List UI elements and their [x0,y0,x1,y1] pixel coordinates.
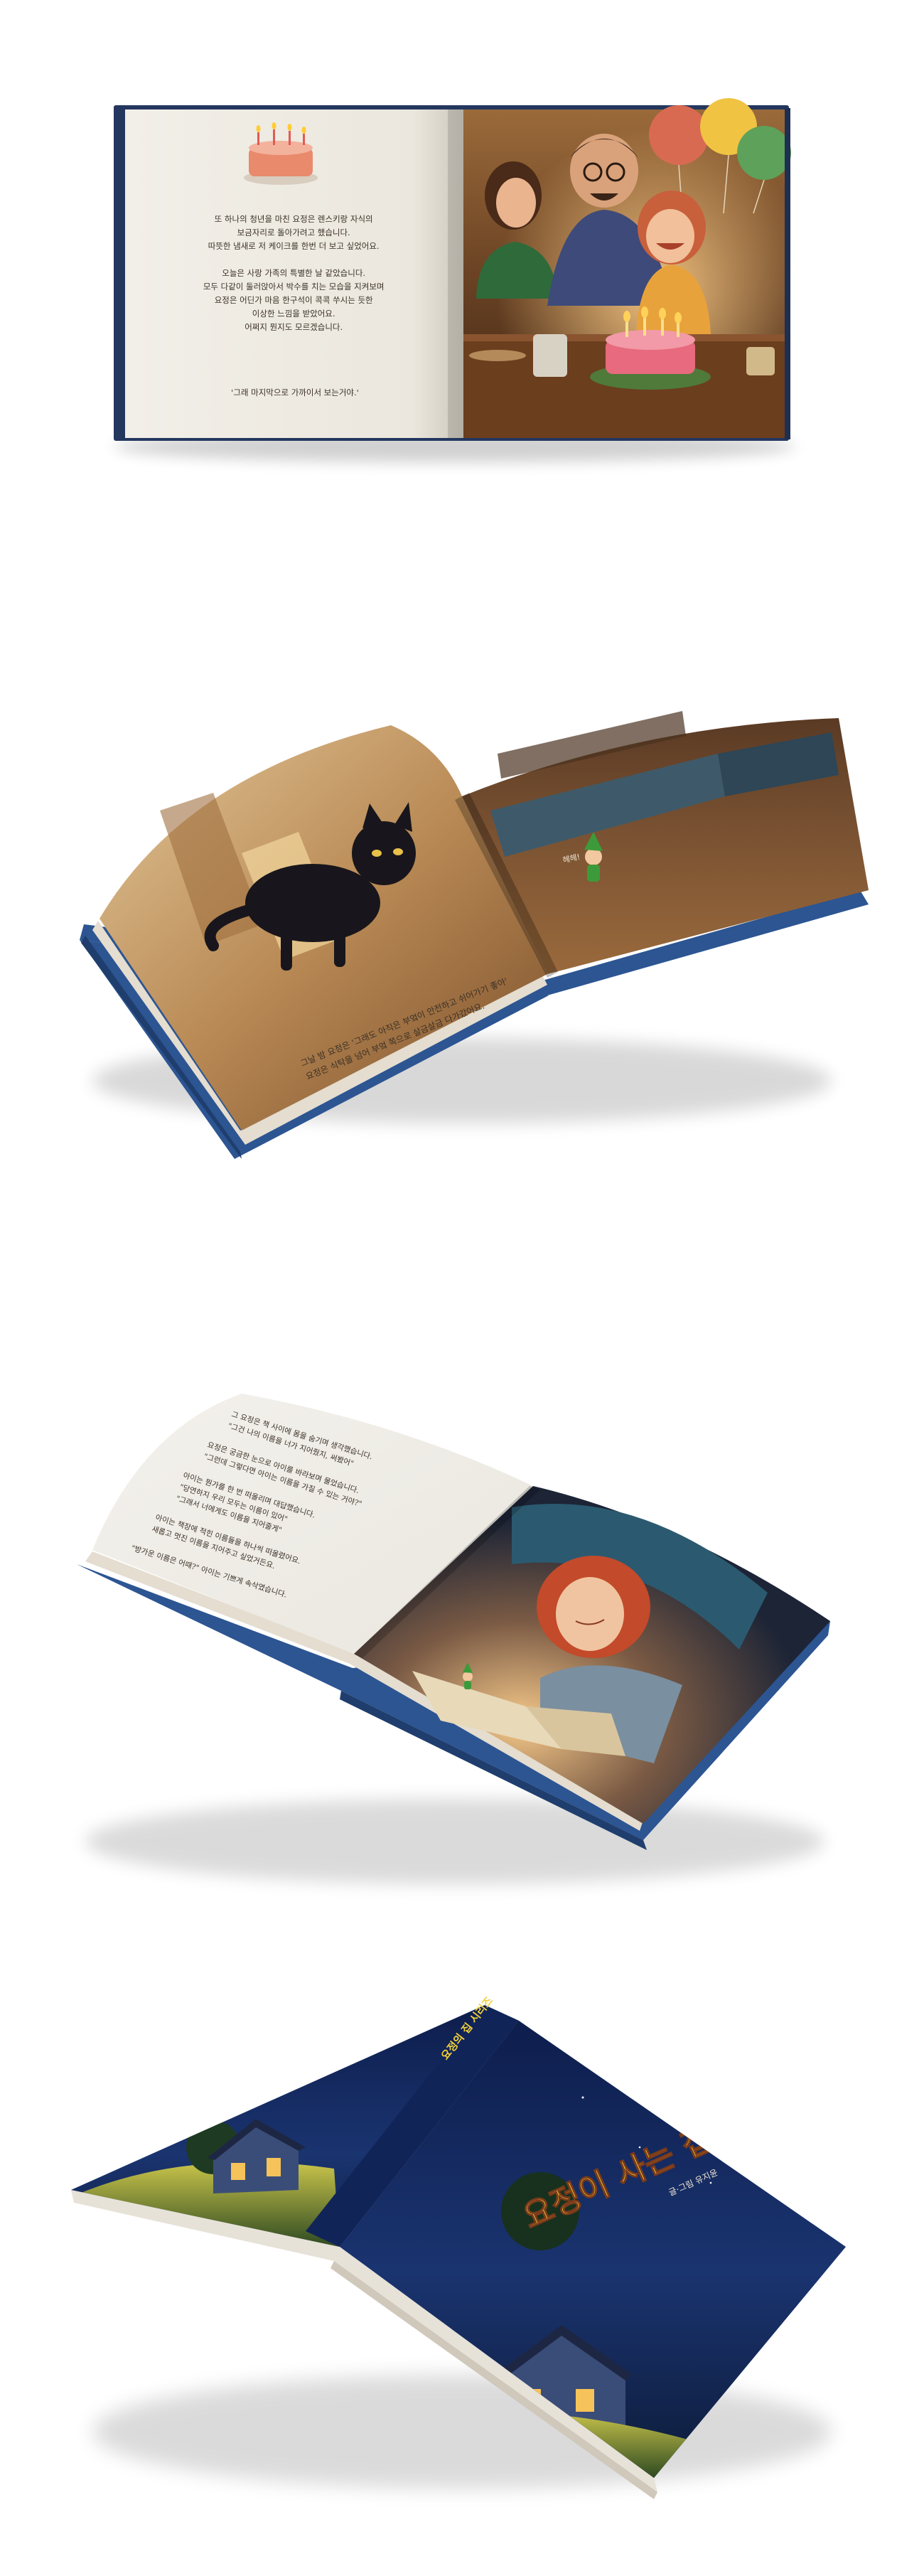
page-text-line: 보금자리로 돌아가려고 했습니다. [237,228,350,237]
page-text-line: 오늘은 사랑 가족의 특별한 날 같았습니다. [222,268,365,278]
mockup-reading-spread: 그 요정은 책 사이에 몸을 숨기며 생각했습니다. "그건 나의 이름을 너가… [0,1251,924,1977]
star [297,2053,300,2056]
page-text-line: 이상한 느낌을 받았어요. [252,309,335,319]
star [212,2096,215,2099]
balloon-icon [649,105,709,165]
star [425,2025,428,2028]
page-text-line: '그래 마지막으로 가까이서 보는거야.' [231,388,359,397]
left-page: 또 하나의 청년을 마친 요정은 렌스키랑 자식의 보금자리로 돌아가려고 했습… [125,109,463,438]
page-text-line: 요정은 어딘가 마음 한구석이 콕콕 쑤시는 듯한 [215,295,373,305]
page-text-line: 어쩌지 뭔지도 모르겠습니다. [245,322,343,332]
star [368,2039,371,2042]
birthday-illustration [463,98,791,438]
page-text-line: 따뜻한 냄새로 저 케이크를 한번 더 보고 싶었어요. [208,241,380,251]
star [709,2181,712,2184]
mockup-cover-spread: 요정의 집 시리즈 요정이 사는 집 글·그림 유지윤 [0,1977,924,2576]
mockup-cat-spread: 그날 밤 요정은 '그래도 아직은 부엌이 안전하고 쉬어가기 좋아' 요정은 … [0,540,924,1251]
mug-icon [533,334,567,377]
book-shadow [85,1799,824,1884]
page-text-line: 또 하나의 청년을 마친 요정은 렌스키랑 자식의 [215,214,373,224]
mockup-birthday-spread: 또 하나의 청년을 마친 요정은 렌스키랑 자식의 보금자리로 돌아가려고 했습… [0,0,924,540]
star [581,2096,584,2099]
page-text-line: 모두 다같이 둘러앉아서 박수를 치는 모습을 지켜보며 [203,282,385,292]
balloon-icon [737,126,791,180]
